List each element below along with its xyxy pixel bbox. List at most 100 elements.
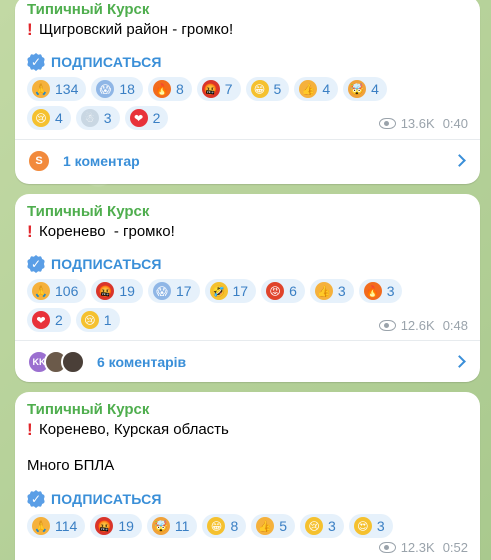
exclamation-icon: ! [27,222,33,241]
post-meta: 12.3K 0:52 [378,540,468,555]
reaction-count: 3 [337,283,346,299]
channel-name[interactable]: Типичный Курск [27,0,468,20]
chevron-right-icon[interactable] [453,154,466,167]
folded-hands-icon: 🙏 [32,282,50,300]
reaction-count: 1 [103,312,112,328]
views-count: 13.6K [400,116,435,131]
red-heart-icon: ❤ [129,109,148,127]
reaction-count: 114 [55,518,78,534]
subscribe-label[interactable]: ПОДПИСАТЬСЯ [51,54,162,70]
reaction-count: 2 [55,312,63,328]
reaction-chip[interactable]: 👍 5 [251,514,296,538]
reaction-count: 4 [371,81,379,97]
exclamation-icon: ! [27,20,33,39]
post-meta: 13.6K 0:40 [378,116,468,131]
eye-icon [378,118,396,129]
views-count: 12.3K [400,540,435,555]
chevron-right-icon[interactable] [453,355,466,368]
reaction-chip[interactable]: 🔥 8 [147,77,192,101]
comments-button[interactable]: KK 6 коментарів [15,341,480,382]
red-heart-icon: ❤ [32,311,50,329]
eye-icon [378,542,396,553]
reaction-count: 2 [152,110,161,126]
comments-label[interactable]: 1 коментар [63,153,140,169]
reaction-chip[interactable]: 😢 4 [27,106,71,130]
subscribe-label[interactable]: ПОДПИСАТЬСЯ [51,491,162,507]
reaction-chip[interactable]: 😍 3 [348,514,393,538]
heart-eyes-icon: 😍 [353,517,372,535]
subscribe-link[interactable]: ✓ ПОДПИСАТЬСЯ [27,255,468,273]
exclamation-icon: ! [27,420,33,439]
thumbs-up-icon: 👍 [314,282,333,300]
reaction-chip[interactable]: 😁 8 [202,514,247,538]
folded-hands-icon: 🙏 [32,517,50,535]
reaction-count: 5 [273,81,282,97]
reaction-chip[interactable]: ❤ 2 [124,106,169,130]
cursing-face-icon: 🤬 [201,80,220,98]
grinning-face-icon: 😁 [250,80,269,98]
post-text-line: ! Коренево, Курская область [27,420,468,440]
reaction-chip[interactable]: ❤ 2 [27,308,71,332]
reaction-count: 3 [103,110,112,126]
subscribe-link[interactable]: ✓ ПОДПИСАТЬСЯ [27,53,468,71]
verified-icon: ✓ [27,53,45,71]
reaction-count: 3 [386,283,395,299]
reactions-bar: 🙏 106 🤬 19 😱 17 🤣 17 😡 6 👍 3 🔥 3 ❤ 2 😢 1 [27,279,427,332]
reaction-chip[interactable]: 🙏 114 [27,514,86,538]
reaction-count: 17 [232,283,249,299]
commenter-avatars: KK [27,349,85,374]
reaction-count: 4 [322,81,331,97]
exploding-head-icon: 🤯 [151,517,170,535]
reaction-chip[interactable]: 🤬 7 [196,77,241,101]
post-text: Щигровский район - громко! [39,21,234,38]
reaction-chip[interactable]: 🤬 19 [91,279,143,303]
verified-icon: ✓ [27,490,45,508]
reactions-bar: 🙏 134 😱 18 🔥 8 🤬 7 😁 5 👍 4 🤯 4 😢 4 ☃ 3 ❤ 2 [27,77,427,130]
reaction-chip[interactable]: 🤬 19 [90,514,142,538]
reaction-chip[interactable]: 😡 6 [261,279,305,303]
reaction-count: 3 [328,518,336,534]
reaction-count: 5 [279,518,288,534]
reaction-chip[interactable]: 👍 3 [309,279,354,303]
crying-face-icon: 😢 [80,311,99,329]
channel-post: Типичный Курск ! Коренево, Курская облас… [15,392,480,560]
reaction-chip[interactable]: 😢 3 [300,514,344,538]
thumbs-up-icon: 👍 [256,517,275,535]
post-time: 0:40 [442,116,468,131]
reaction-chip[interactable]: 🤯 4 [343,77,387,101]
channel-post: Типичный Курск ! Щигровский район - гром… [15,0,480,184]
reaction-count: 8 [230,518,239,534]
reaction-count: 106 [55,283,79,299]
views-count: 12.6K [400,318,435,333]
post-text: Коренево, Курская область [39,421,229,438]
subscribe-label[interactable]: ПОДПИСАТЬСЯ [51,256,162,272]
cursing-face-icon: 🤬 [95,517,114,535]
channel-name[interactable]: Типичный Курск [27,400,468,420]
reaction-count: 11 [174,518,190,534]
reaction-count: 3 [376,518,385,534]
subscribe-link[interactable]: ✓ ПОДПИСАТЬСЯ [27,490,468,508]
post-meta: 12.6K 0:48 [378,318,468,333]
post-text: Много БПЛА [27,457,115,474]
exploding-head-icon: 🤯 [348,80,367,98]
reaction-chip[interactable]: 🙏 134 [27,77,87,101]
reaction-count: 134 [55,81,79,97]
channel-name[interactable]: Типичный Курск [27,202,468,222]
reaction-chip[interactable]: 😱 17 [147,279,200,303]
reaction-chip[interactable]: ☃ 3 [75,106,120,130]
crying-face-icon: 😢 [32,109,50,127]
reaction-chip[interactable]: 👍 4 [294,77,339,101]
reaction-count: 19 [119,283,135,299]
reaction-chip[interactable]: 🤯 11 [146,514,198,538]
comments-label[interactable]: 6 коментарів [97,354,186,370]
comments-button[interactable]: S 1 коментар [15,140,480,181]
reaction-chip[interactable]: 🤣 17 [204,279,257,303]
rofl-face-icon: 🤣 [209,282,228,300]
reaction-chip[interactable]: 😢 1 [75,308,120,332]
post-text-line: Много БПЛА [27,456,468,476]
reaction-chip[interactable]: 🙏 106 [27,279,87,303]
reaction-chip[interactable]: 😁 5 [245,77,290,101]
reaction-chip[interactable]: 🔥 3 [358,279,403,303]
reaction-chip[interactable]: 😱 18 [91,77,143,101]
post-text: Коренево - громко! [39,223,175,240]
